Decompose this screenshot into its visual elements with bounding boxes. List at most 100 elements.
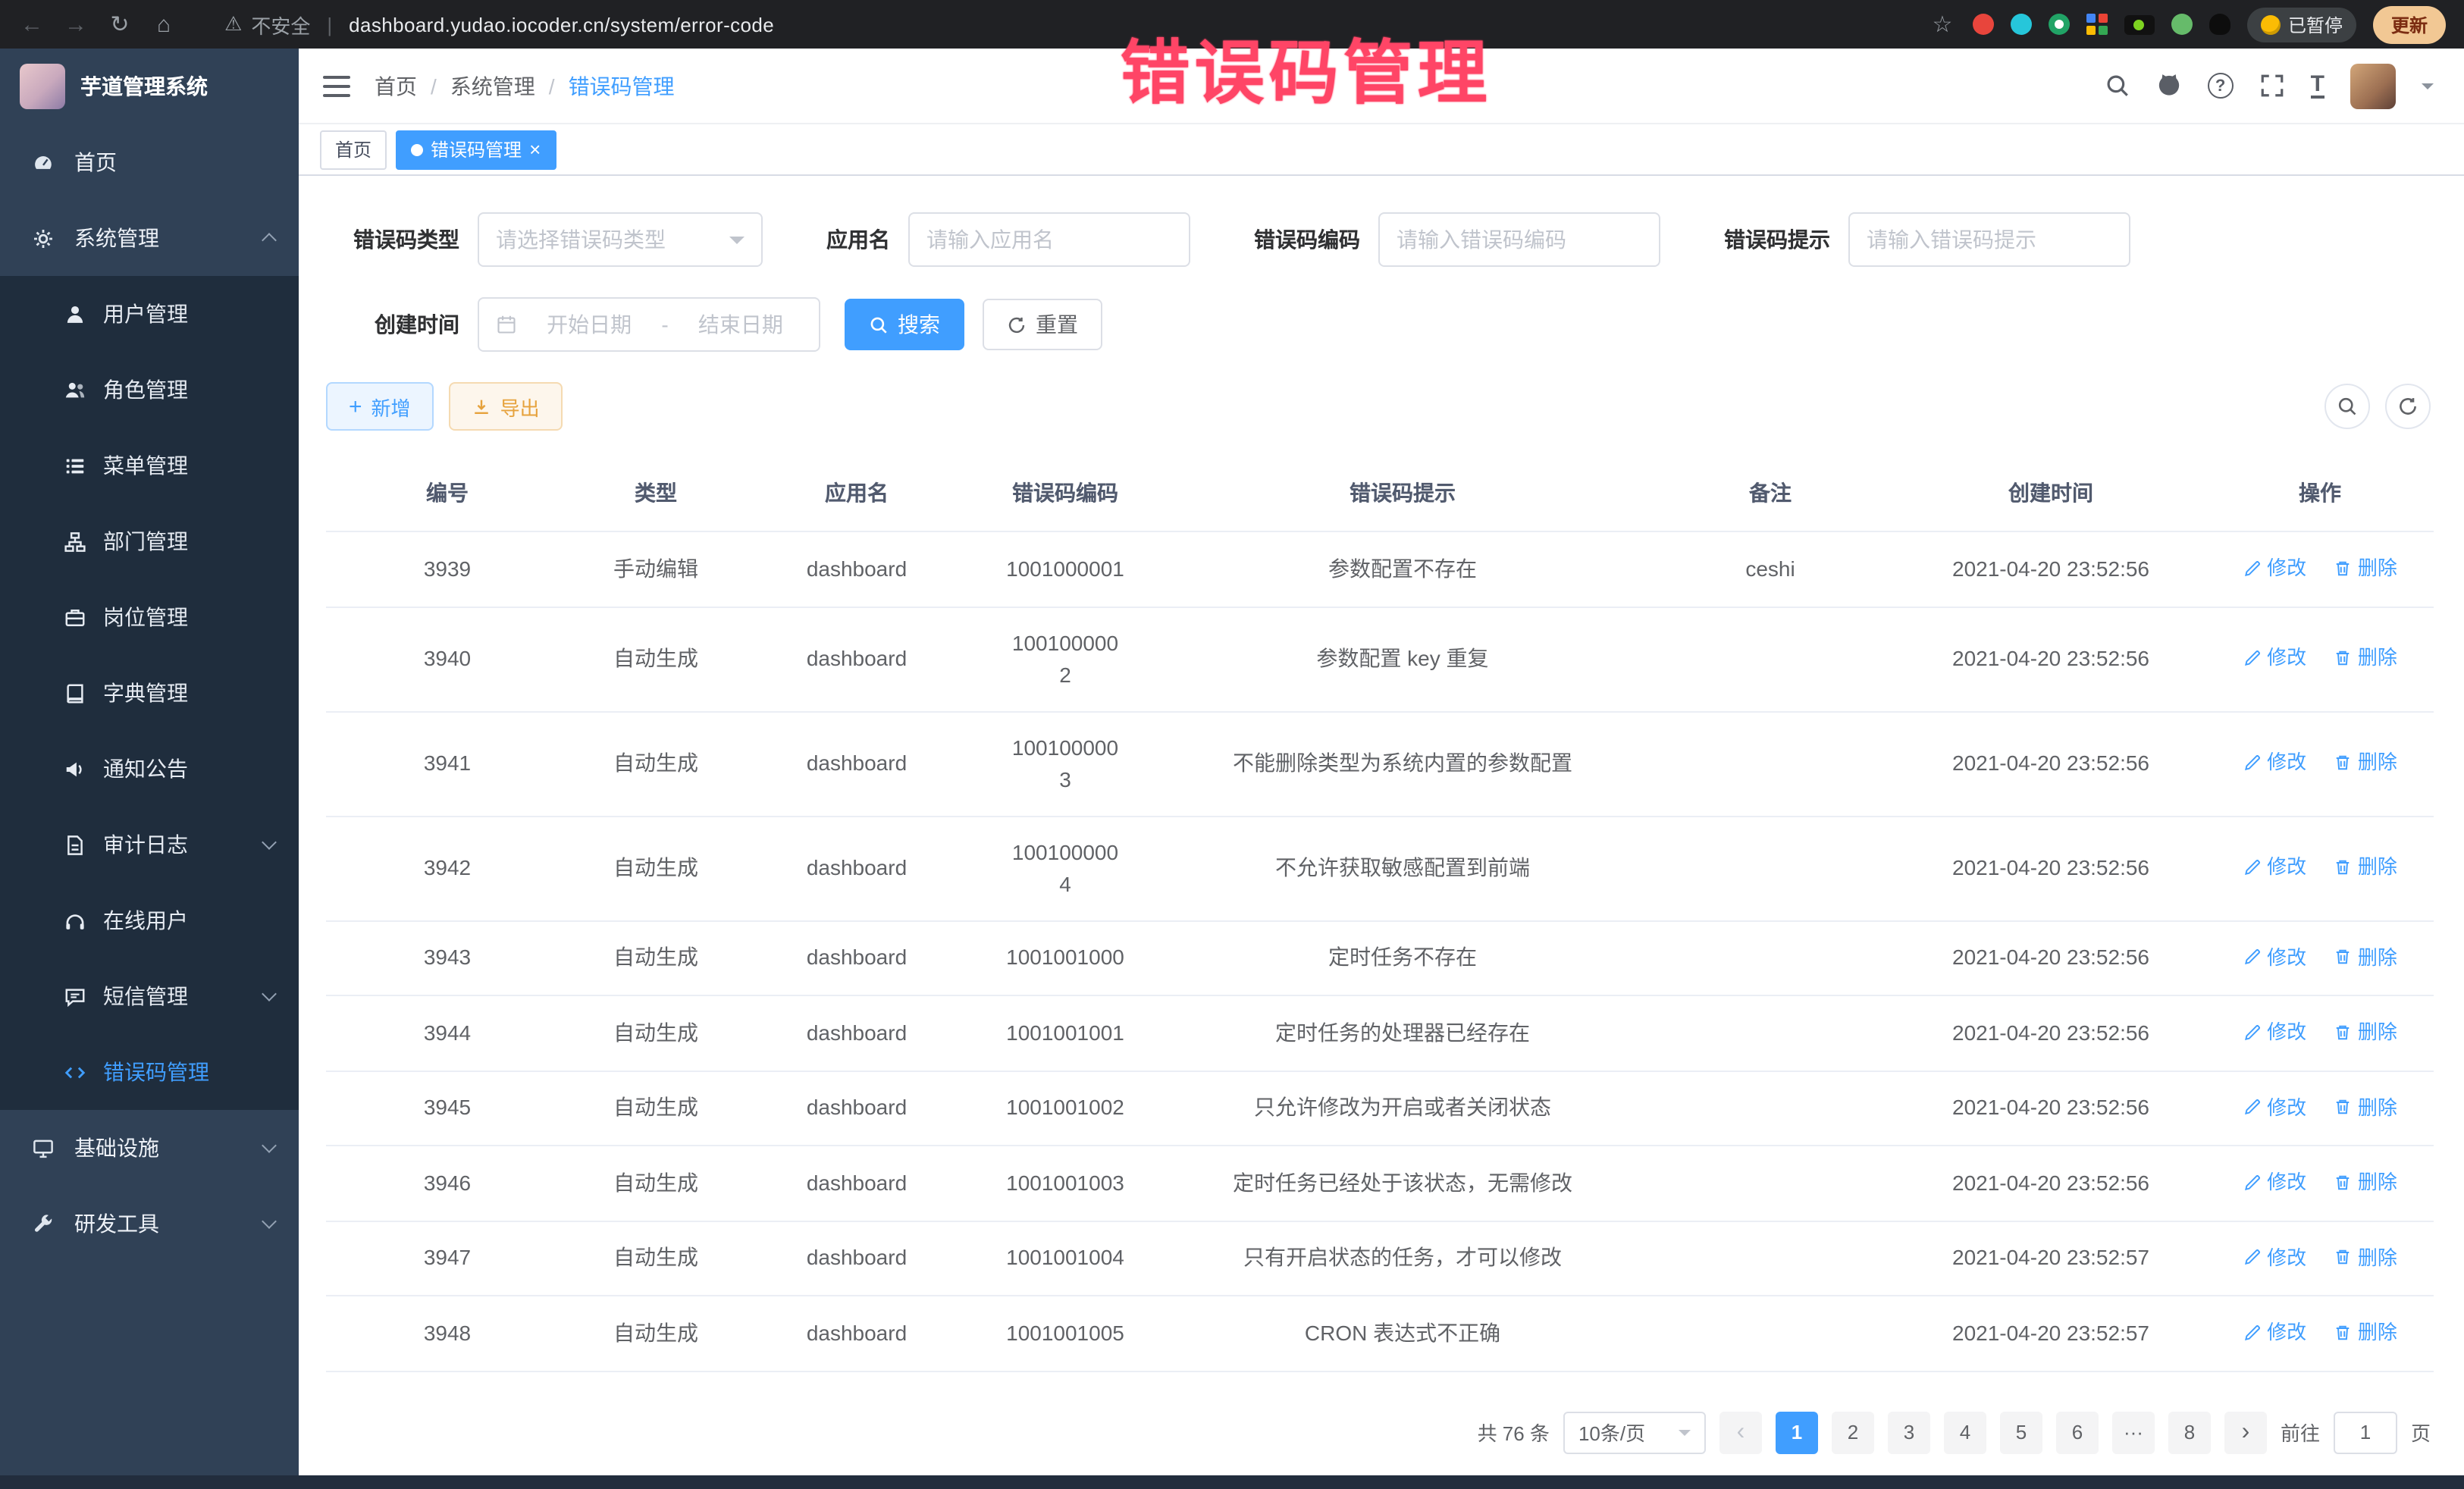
reset-button[interactable]: 重置 (983, 299, 1102, 350)
edit-link[interactable]: 修改 (2243, 1316, 2306, 1348)
edit-link[interactable]: 修改 (2243, 941, 2306, 973)
site-security-indicator[interactable]: ⚠ 不安全 (224, 10, 310, 39)
github-icon[interactable] (2156, 73, 2182, 99)
delete-link[interactable]: 删除 (2334, 941, 2397, 973)
delete-link[interactable]: 删除 (2334, 1016, 2397, 1048)
extension-icon[interactable] (1973, 14, 1994, 35)
extension-icon[interactable] (2086, 14, 2108, 35)
export-button[interactable]: 导出 (449, 382, 563, 431)
close-icon[interactable]: × (529, 140, 541, 158)
page-button-1[interactable]: 1 (1776, 1411, 1818, 1453)
edit-link[interactable]: 修改 (2243, 747, 2306, 779)
goto-page-input[interactable] (2334, 1411, 2397, 1453)
page-button-6[interactable]: 6 (2056, 1411, 2099, 1453)
hamburger-icon[interactable] (323, 75, 350, 96)
breadcrumb-home[interactable]: 首页 (375, 71, 417, 101)
chevron-down-icon[interactable] (2422, 83, 2434, 95)
cell-created: 2021-04-20 23:52:56 (1895, 995, 2206, 1071)
cell-code: 1001001002 (970, 1071, 1160, 1146)
home-icon[interactable]: ⌂ (150, 11, 177, 37)
sidebar-item-infrastructure[interactable]: 基础设施 (0, 1110, 299, 1186)
back-icon[interactable]: ← (18, 11, 45, 37)
sidebar-item-departments[interactable]: 部门管理 (0, 503, 299, 579)
reload-icon[interactable]: ↻ (106, 11, 133, 38)
delete-link[interactable]: 删除 (2334, 747, 2397, 779)
sidebar-item-devtools[interactable]: 研发工具 (0, 1186, 299, 1262)
delete-link[interactable]: 删除 (2334, 1091, 2397, 1123)
breadcrumb-system[interactable]: 系统管理 (450, 71, 535, 101)
page-button-2[interactable]: 2 (1832, 1411, 1874, 1453)
sidebar-item-online-users[interactable]: 在线用户 (0, 882, 299, 958)
help-icon[interactable]: ? (2208, 73, 2234, 99)
cell-created: 2021-04-20 23:52:56 (1895, 531, 2206, 607)
extension-icon[interactable] (2049, 14, 2070, 35)
edit-link[interactable]: 修改 (2243, 1091, 2306, 1123)
delete-link[interactable]: 删除 (2334, 851, 2397, 883)
search-icon[interactable] (2105, 73, 2130, 99)
fullscreen-icon[interactable] (2259, 73, 2285, 99)
paused-badge[interactable]: 已暂停 (2247, 7, 2356, 42)
edit-link[interactable]: 修改 (2243, 1241, 2306, 1273)
more-pages-button[interactable]: ··· (2112, 1411, 2155, 1453)
delete-label: 删除 (2358, 642, 2397, 674)
sidebar-item-notices[interactable]: 通知公告 (0, 731, 299, 807)
sidebar-item-audit-logs[interactable]: 审计日志 (0, 807, 299, 882)
delete-link[interactable]: 删除 (2334, 1241, 2397, 1273)
tab-home[interactable]: 首页 (320, 130, 387, 169)
cell-code: 1001001000 (970, 920, 1160, 995)
page-button-3[interactable]: 3 (1888, 1411, 1930, 1453)
sidebar-item-dictionary[interactable]: 字典管理 (0, 655, 299, 731)
error-hint-input[interactable] (1867, 227, 2112, 252)
next-page-button[interactable]: › (2224, 1411, 2267, 1453)
refresh-icon (1007, 315, 1027, 334)
sidebar-item-error-codes[interactable]: 错误码管理 (0, 1034, 299, 1110)
page-size-select[interactable]: 10条/页 (1563, 1411, 1706, 1453)
app-name-input[interactable] (926, 227, 1172, 252)
user-avatar[interactable] (2350, 63, 2396, 108)
extension-icon[interactable] (2171, 14, 2193, 35)
bookmark-star-icon[interactable]: ☆ (1929, 11, 1956, 38)
edit-label: 修改 (2267, 941, 2306, 973)
search-button[interactable]: 搜索 (845, 299, 964, 350)
sidebar-item-sms[interactable]: 短信管理 (0, 958, 299, 1034)
sidebar-item-home[interactable]: 首页 (0, 124, 299, 200)
prev-page-button[interactable]: ‹ (1719, 1411, 1762, 1453)
date-range-picker[interactable]: 开始日期 - 结束日期 (478, 297, 820, 352)
refresh-table-button[interactable] (2385, 384, 2431, 429)
delete-label: 删除 (2358, 747, 2397, 779)
browser-update-button[interactable]: 更新 (2373, 5, 2446, 43)
extension-icon[interactable] (2011, 14, 2032, 35)
cell-actions: 修改 删除 (2206, 607, 2434, 711)
sidebar-item-system[interactable]: 系统管理 (0, 200, 299, 276)
sidebar-item-posts[interactable]: 岗位管理 (0, 579, 299, 655)
pencil-icon (2243, 649, 2261, 667)
table-row: 3939 手动编辑 dashboard 1001000001 参数配置不存在 c… (326, 531, 2434, 607)
page-button-8[interactable]: 8 (2168, 1411, 2211, 1453)
forward-icon[interactable]: → (62, 11, 89, 37)
sidebar-item-users[interactable]: 用户管理 (0, 276, 299, 352)
delete-link[interactable]: 删除 (2334, 1166, 2397, 1198)
pencil-icon (2243, 559, 2261, 577)
edit-link[interactable]: 修改 (2243, 1166, 2306, 1198)
edit-link[interactable]: 修改 (2243, 851, 2306, 883)
pagination: 共 76 条 10条/页 ‹ 1 2 3 4 5 6 ··· 8 › 前往 页 (326, 1411, 2431, 1453)
delete-link[interactable]: 删除 (2334, 1316, 2397, 1348)
page-button-5[interactable]: 5 (2000, 1411, 2042, 1453)
sidebar-item-menus[interactable]: 菜单管理 (0, 428, 299, 503)
page-button-4[interactable]: 4 (1944, 1411, 1986, 1453)
tab-error-codes[interactable]: 错误码管理 × (396, 130, 556, 169)
sidebar-item-roles[interactable]: 角色管理 (0, 352, 299, 428)
address-bar[interactable]: dashboard.yudao.iocoder.cn/system/error-… (349, 13, 774, 36)
edit-link[interactable]: 修改 (2243, 1016, 2306, 1048)
extension-icon[interactable] (2209, 14, 2230, 35)
extension-icon[interactable] (2124, 14, 2155, 34)
delete-link[interactable]: 删除 (2334, 552, 2397, 584)
error-code-input[interactable] (1397, 227, 1642, 252)
edit-link[interactable]: 修改 (2243, 552, 2306, 584)
font-size-icon[interactable]: T (2311, 73, 2324, 99)
edit-link[interactable]: 修改 (2243, 642, 2306, 674)
add-button[interactable]: + 新增 (326, 382, 434, 431)
error-type-select[interactable]: 请选择错误码类型 (478, 212, 763, 267)
delete-link[interactable]: 删除 (2334, 642, 2397, 674)
show-search-toggle-button[interactable] (2324, 384, 2370, 429)
